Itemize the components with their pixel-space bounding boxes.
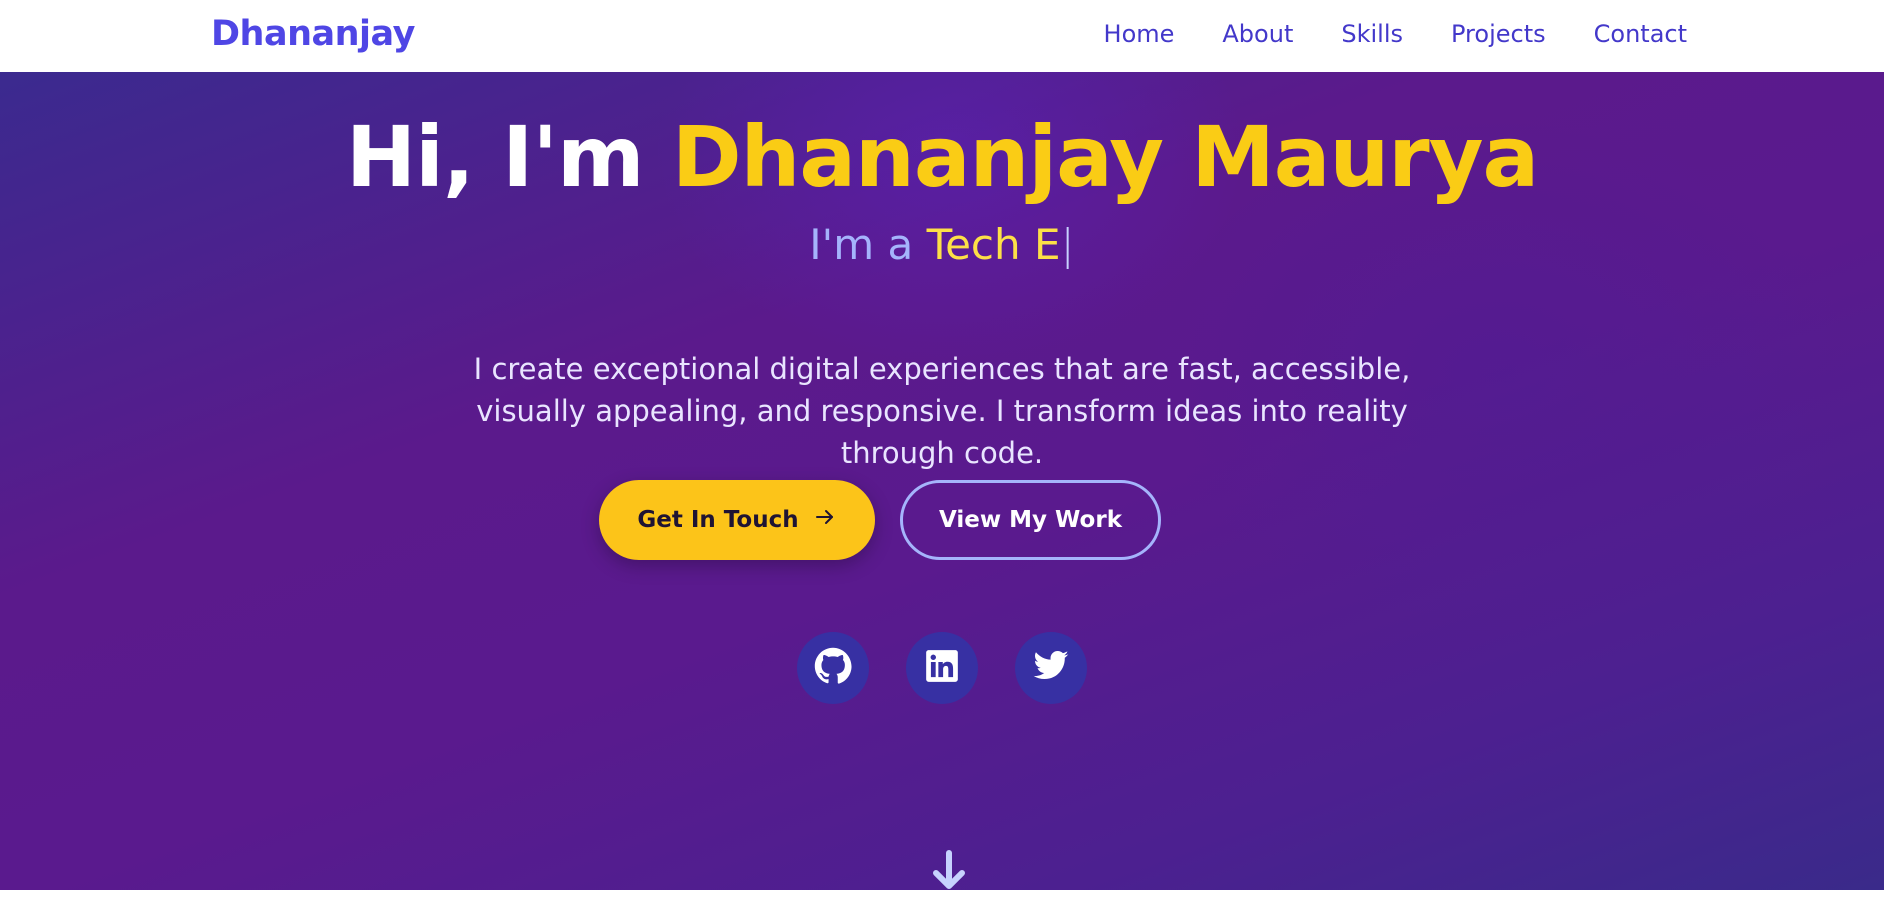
tagline-role: Tech E xyxy=(926,220,1061,269)
linkedin-link[interactable] xyxy=(906,632,978,704)
nav-links: Home About Skills Projects Contact xyxy=(1104,20,1687,48)
hero-tagline: I'm a Tech E| xyxy=(0,217,1884,273)
typing-cursor: | xyxy=(1060,220,1075,269)
hero-intro: I create exceptional digital experiences… xyxy=(473,352,1411,470)
linkedin-icon xyxy=(923,647,961,689)
scroll-down-link[interactable] xyxy=(926,847,972,893)
navbar: Dhananjay Home About Skills Projects Con… xyxy=(0,0,1884,72)
nav-link-skills[interactable]: Skills xyxy=(1341,20,1403,48)
hero-name: Dhananjay Maurya xyxy=(671,108,1539,206)
github-icon xyxy=(814,647,852,689)
hero-section: Hi, I'm Dhananjay Maurya I'm a Tech E| I… xyxy=(0,72,1884,890)
arrow-right-icon xyxy=(813,505,837,535)
hero-buttons: Get In Touch View My Work xyxy=(0,480,1884,560)
nav-link-projects[interactable]: Projects xyxy=(1451,20,1546,48)
hero-greeting: Hi, I'm xyxy=(345,108,672,206)
get-in-touch-button[interactable]: Get In Touch xyxy=(599,480,875,560)
arrow-down-icon xyxy=(926,850,972,897)
nav-link-home[interactable]: Home xyxy=(1104,20,1175,48)
twitter-icon xyxy=(1032,647,1070,689)
get-in-touch-label: Get In Touch xyxy=(637,507,799,533)
social-links xyxy=(0,632,1884,704)
hero-title: Hi, I'm Dhananjay Maurya xyxy=(0,102,1884,212)
nav-link-contact[interactable]: Contact xyxy=(1594,20,1687,48)
github-link[interactable] xyxy=(797,632,869,704)
view-my-work-button[interactable]: View My Work xyxy=(900,480,1161,560)
twitter-link[interactable] xyxy=(1015,632,1087,704)
tagline-prefix: I'm a xyxy=(809,220,927,269)
nav-link-about[interactable]: About xyxy=(1222,20,1293,48)
brand-logo[interactable]: Dhananjay xyxy=(211,14,415,54)
